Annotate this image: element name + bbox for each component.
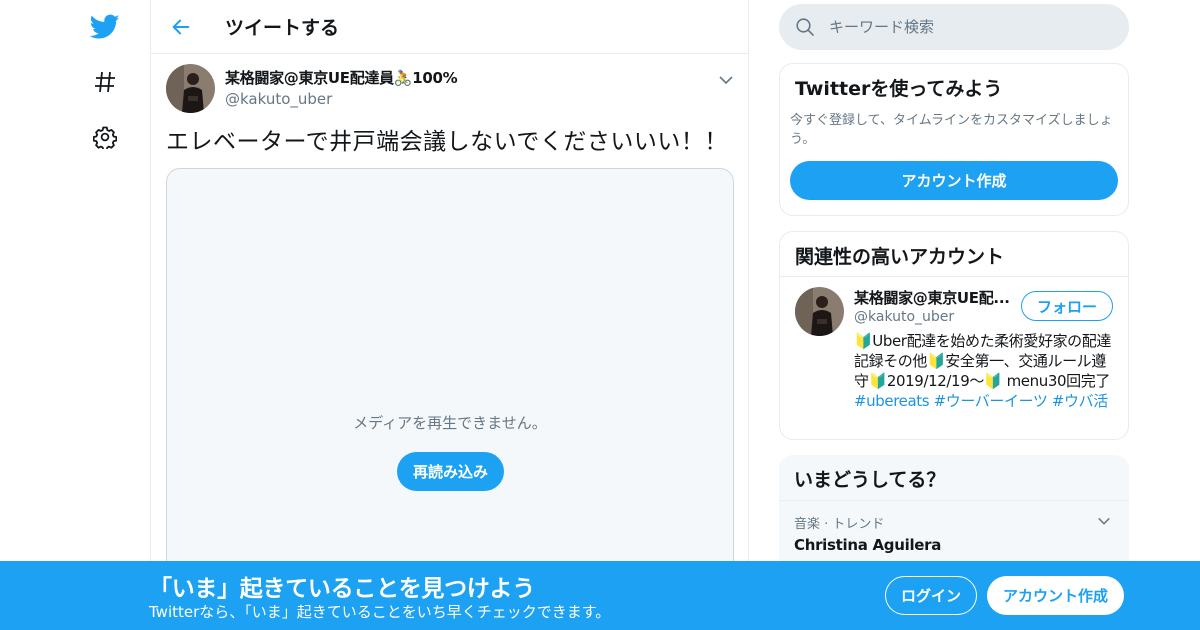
related-accounts-card: 関連性の高いアカウント 某格闘家@東京UE配... @kakuto_uber 🔰… <box>779 231 1129 440</box>
author-handle[interactable]: @kakuto_uber <box>225 90 457 108</box>
login-button[interactable]: ログイン <box>885 576 977 615</box>
tweet: 某格闘家@東京UE配達員🚴100% @kakuto_uber エレベーターで井戸… <box>151 54 748 598</box>
trend-meta: 音楽 · トレンド <box>794 517 885 532</box>
signup-card-title: Twitterを使ってみよう <box>795 78 1003 100</box>
main-header: ツイートする <box>151 0 748 54</box>
media-player[interactable]: メディアを再生できません。 再読み込み <box>166 168 734 588</box>
twitter-logo-icon[interactable] <box>86 8 124 46</box>
chevron-down-icon <box>1098 517 1110 525</box>
back-arrow-icon <box>172 19 190 34</box>
hashtag-link[interactable]: #ウバ活 <box>1052 392 1108 410</box>
signup-button[interactable]: アカウント作成 <box>987 576 1124 615</box>
related-user-name[interactable]: 某格闘家@東京UE配... <box>854 287 1014 308</box>
trend-menu-button[interactable] <box>1094 511 1114 531</box>
follow-button[interactable]: フォロー <box>1021 291 1113 321</box>
reload-button[interactable]: 再読み込み <box>397 452 504 491</box>
main-column: ツイートする 某格闘家@東京UE配達員🚴100% @kakuto_uber エレ… <box>150 0 749 630</box>
hashtag-link[interactable]: #ウーバーイーツ <box>934 392 1048 410</box>
tweet-menu-button[interactable] <box>714 68 738 92</box>
avatar[interactable] <box>166 64 215 113</box>
related-user: 某格闘家@東京UE配... @kakuto_uber 🔰Uber配達を始めた柔術… <box>780 277 1128 421</box>
tweet-header: 某格闘家@東京UE配達員🚴100% @kakuto_uber <box>166 64 733 120</box>
create-account-button[interactable]: アカウント作成 <box>790 161 1118 200</box>
bottom-bar-subtext: Twitterなら、「いま」起きていることをいち早くチェックできます。 <box>149 603 611 621</box>
search-icon <box>795 17 815 37</box>
hashtag-icon[interactable] <box>86 63 124 101</box>
chevron-down-icon <box>719 76 733 85</box>
related-user-bio: 🔰Uber配達を始めた柔術愛好家の配達記録その他🔰安全第一、交通ルール遵守🔰20… <box>854 331 1113 411</box>
gear-icon[interactable] <box>86 118 124 156</box>
tweet-text: エレベーターで井戸端会議しないでくださいいい！！ <box>166 129 728 155</box>
avatar[interactable] <box>795 287 844 336</box>
bottom-signup-bar: 「いま」起きていることを見つけよう Twitterなら、「いま」起きていることを… <box>0 561 1200 630</box>
trend-item[interactable]: 音楽 · トレンド Christina Aguilera <box>779 501 1129 566</box>
search-input[interactable] <box>829 18 1099 36</box>
left-nav <box>0 0 150 630</box>
media-error-message: メディアを再生できません。 <box>353 414 547 432</box>
trend-name: Christina Aguilera <box>794 536 942 554</box>
page-title: ツイートする <box>225 17 340 39</box>
back-button[interactable] <box>161 7 201 47</box>
search-bar[interactable] <box>779 4 1129 50</box>
trends-title: いまどうしてる？ <box>779 455 1129 501</box>
related-user-bio-text: 🔰Uber配達を始めた柔術愛好家の配達記録その他🔰安全第一、交通ルール遵守🔰20… <box>854 332 1111 390</box>
signup-card-description: 今すぐ登録して、タイムラインをカスタマイズしましょう。 <box>790 113 1113 147</box>
tweet-author: 某格闘家@東京UE配達員🚴100% @kakuto_uber <box>225 64 458 108</box>
related-accounts-title: 関連性の高いアカウント <box>780 232 1128 277</box>
hashtag-link[interactable]: #ubereats <box>854 392 930 410</box>
signup-card: Twitterを使ってみよう 今すぐ登録して、タイムラインをカスタマイズしましょ… <box>779 63 1129 216</box>
bottom-bar-headline: 「いま」起きていることを見つけよう <box>149 576 535 602</box>
author-name[interactable]: 某格闘家@東京UE配達員🚴100% <box>225 67 458 88</box>
